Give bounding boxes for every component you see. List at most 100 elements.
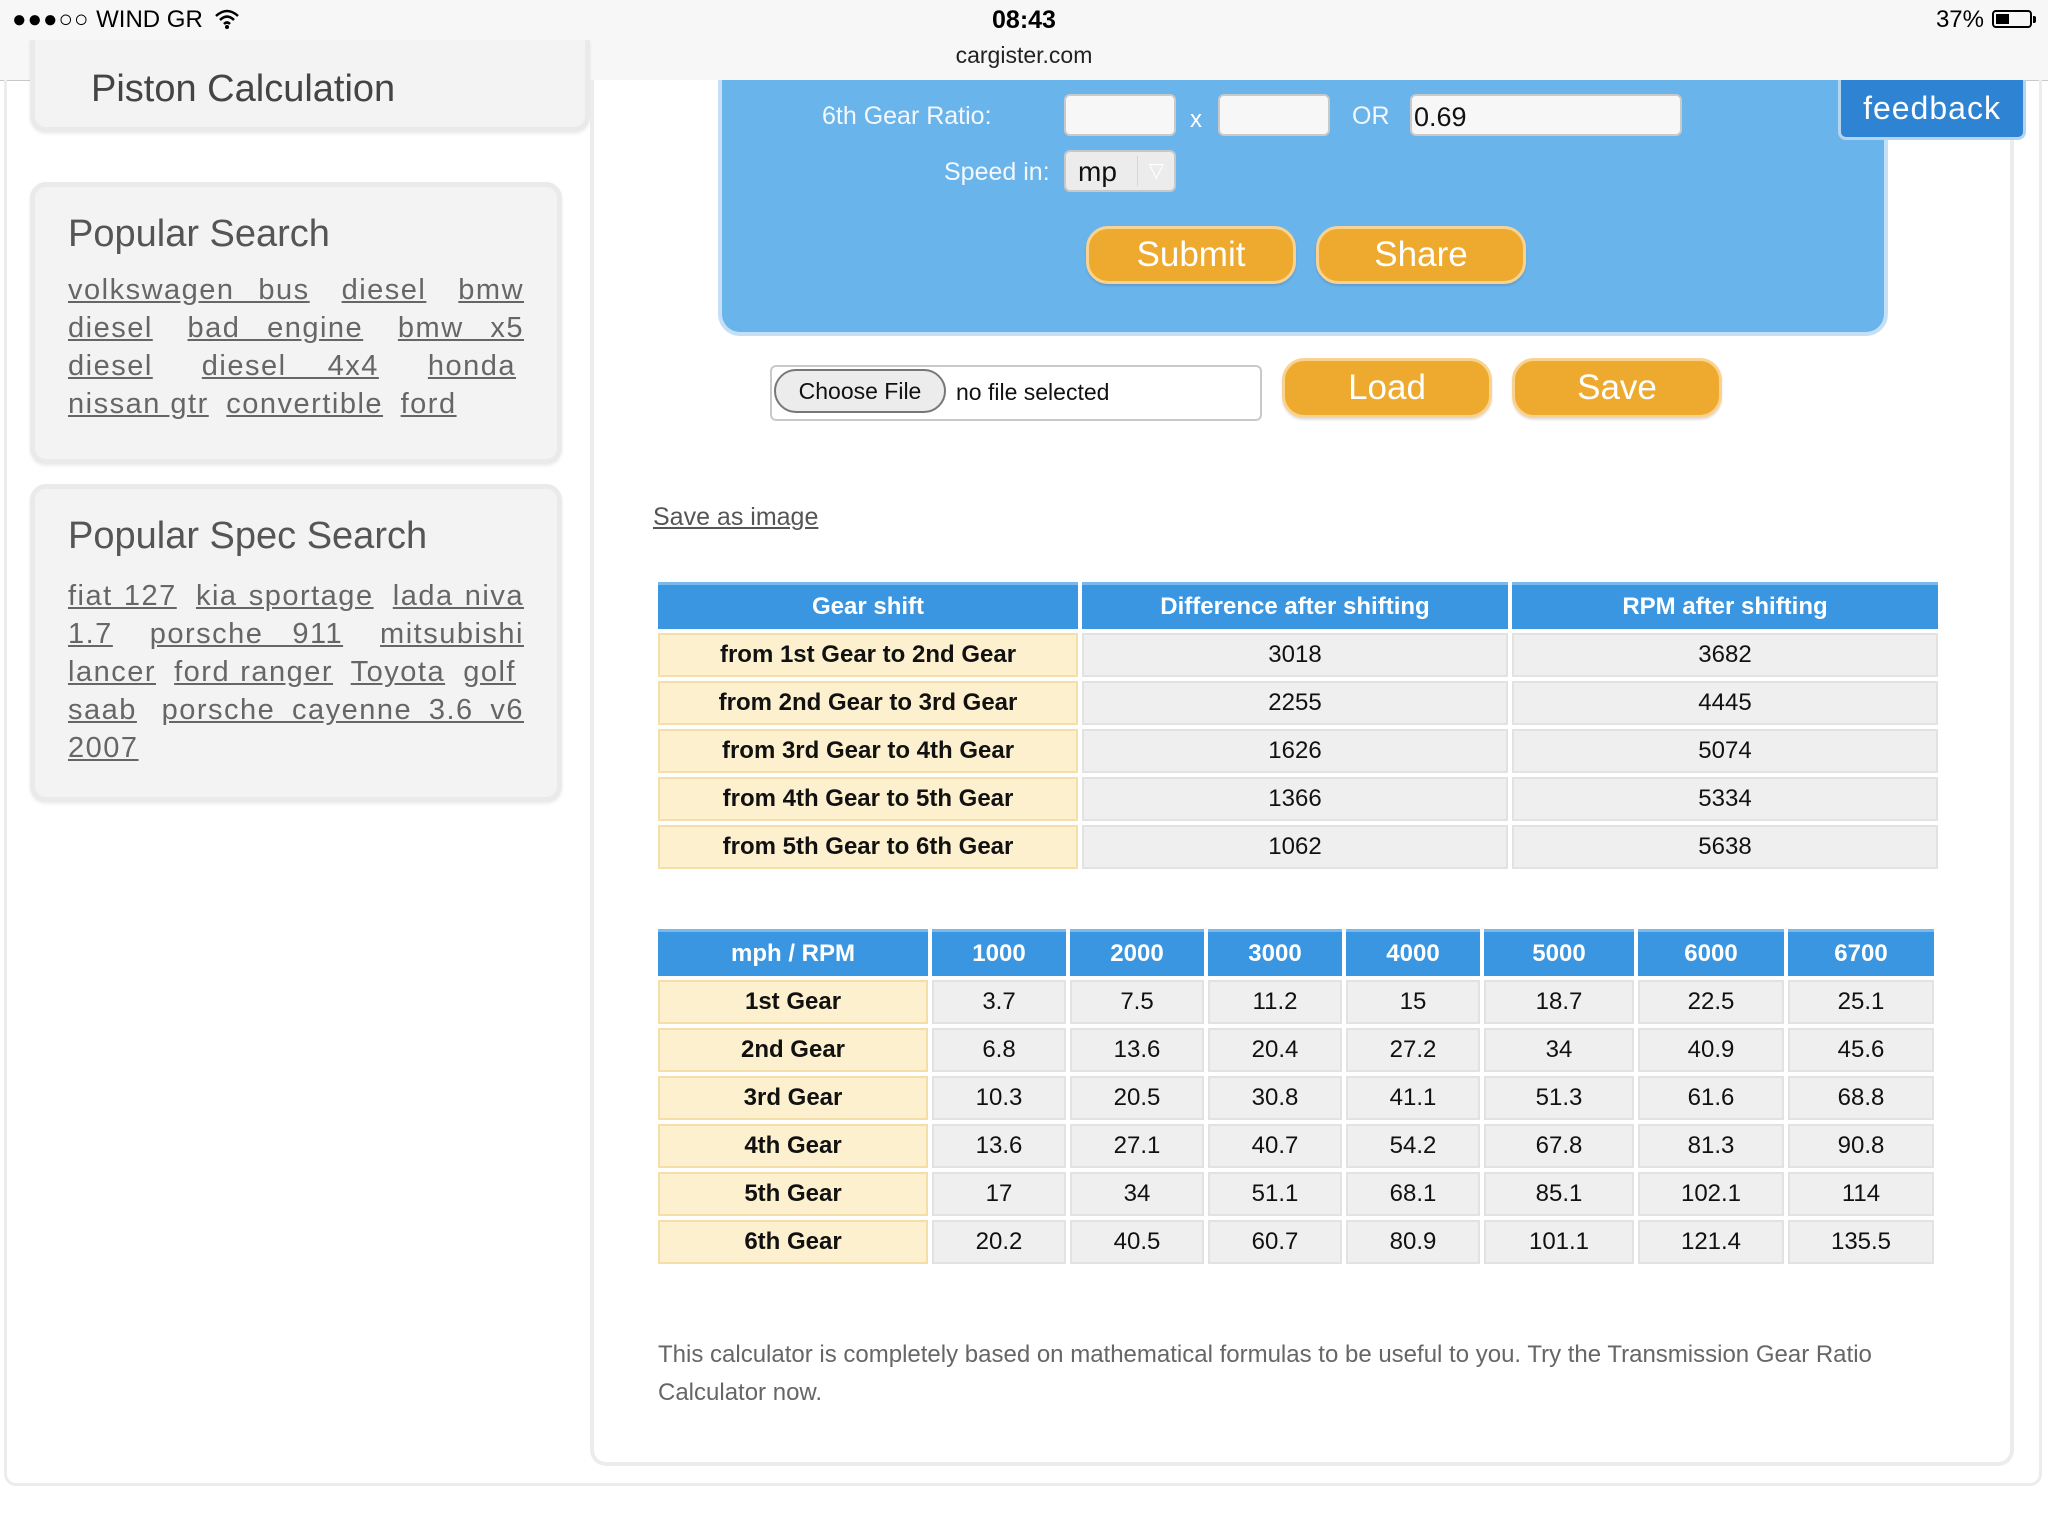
table-cell: 20.2 xyxy=(932,1220,1066,1264)
spec-search-link[interactable]: Toyota xyxy=(351,656,445,688)
table-cell: 102.1 xyxy=(1638,1172,1784,1216)
table-cell: 51.3 xyxy=(1484,1076,1634,1120)
search-link[interactable]: bad engine xyxy=(188,312,364,344)
row-header: from 3rd Gear to 4th Gear xyxy=(658,729,1078,773)
table-row: 2nd Gear 6.8 13.6 20.4 27.2 34 40.9 45.6 xyxy=(658,1028,1934,1072)
file-status: no file selected xyxy=(956,379,1110,405)
row-header: 6th Gear xyxy=(658,1220,928,1264)
speed-unit-value: mp xyxy=(1078,156,1117,187)
table-cell: 11.2 xyxy=(1208,980,1342,1024)
table-cell: 67.8 xyxy=(1484,1124,1634,1168)
table-cell: 30.8 xyxy=(1208,1076,1342,1120)
search-link[interactable]: ford xyxy=(401,388,457,420)
table-row: from 5th Gear to 6th Gear 1062 5638 xyxy=(658,825,1938,869)
table-cell: 3682 xyxy=(1512,633,1938,677)
column-header: RPM after shifting xyxy=(1512,582,1938,629)
table-cell: 3018 xyxy=(1082,633,1508,677)
table-row: from 4th Gear to 5th Gear 1366 5334 xyxy=(658,777,1938,821)
sixth-gear-input-1[interactable] xyxy=(1064,94,1176,136)
feedback-tab[interactable]: feedback xyxy=(1838,80,2026,140)
table-cell: 15 xyxy=(1346,980,1480,1024)
spec-search-link[interactable]: fiat 127 xyxy=(68,580,177,612)
speed-unit-select[interactable]: mp ▽ xyxy=(1064,150,1176,192)
table-cell: 3.7 xyxy=(932,980,1066,1024)
search-link[interactable]: honda xyxy=(428,350,516,382)
row-header: from 2nd Gear to 3rd Gear xyxy=(658,681,1078,725)
table-cell: 81.3 xyxy=(1638,1124,1784,1168)
share-button[interactable]: Share xyxy=(1316,226,1526,284)
row-header: 5th Gear xyxy=(658,1172,928,1216)
load-button[interactable]: Load xyxy=(1282,358,1492,418)
file-input[interactable]: Choose File no file selected xyxy=(770,365,1262,421)
table-row: 1st Gear 3.7 7.5 11.2 15 18.7 22.5 25.1 xyxy=(658,980,1934,1024)
table-cell: 101.1 xyxy=(1484,1220,1634,1264)
chevron-down-icon: ▽ xyxy=(1148,160,1164,182)
battery-icon xyxy=(1992,10,2036,28)
column-header: Difference after shifting xyxy=(1082,582,1508,629)
table-row: from 2nd Gear to 3rd Gear 2255 4445 xyxy=(658,681,1938,725)
spec-search-link[interactable]: ford ranger xyxy=(174,656,333,688)
table-cell: 7.5 xyxy=(1070,980,1204,1024)
table-cell: 10.3 xyxy=(932,1076,1066,1120)
column-header: 6700 xyxy=(1788,929,1934,976)
column-header: 6000 xyxy=(1638,929,1784,976)
or-label: OR xyxy=(1352,102,1390,130)
table-cell: 40.7 xyxy=(1208,1124,1342,1168)
table-cell: 20.5 xyxy=(1070,1076,1204,1120)
piston-calculation-box: Piston Calculation xyxy=(30,40,590,132)
sixth-gear-label: 6th Gear Ratio: xyxy=(822,102,992,130)
spec-search-link[interactable]: porsche 911 xyxy=(150,618,343,650)
table-row: 3rd Gear 10.3 20.5 30.8 41.1 51.3 61.6 6… xyxy=(658,1076,1934,1120)
spec-search-link[interactable]: saab xyxy=(68,694,137,726)
table-cell: 45.6 xyxy=(1788,1028,1934,1072)
table-row: 4th Gear 13.6 27.1 40.7 54.2 67.8 81.3 9… xyxy=(658,1124,1934,1168)
table-cell: 68.1 xyxy=(1346,1172,1480,1216)
clock: 08:43 xyxy=(992,6,1056,34)
table-cell: 25.1 xyxy=(1788,980,1934,1024)
column-header: 5000 xyxy=(1484,929,1634,976)
battery-percent: 37% xyxy=(1935,6,1984,33)
row-header: from 4th Gear to 5th Gear xyxy=(658,777,1078,821)
submit-button[interactable]: Submit xyxy=(1086,226,1296,284)
table-cell: 2255 xyxy=(1082,681,1508,725)
search-link[interactable]: volkswagen bus xyxy=(68,274,310,306)
sixth-gear-input-2[interactable] xyxy=(1218,94,1330,136)
table-cell: 40.5 xyxy=(1070,1220,1204,1264)
times-sign: x xyxy=(1190,106,1202,133)
table-cell: 40.9 xyxy=(1638,1028,1784,1072)
search-link[interactable]: diesel xyxy=(342,274,427,306)
table-cell: 1366 xyxy=(1082,777,1508,821)
save-as-image-link[interactable]: Save as image xyxy=(653,503,818,532)
table-cell: 5074 xyxy=(1512,729,1938,773)
table-cell: 27.1 xyxy=(1070,1124,1204,1168)
table-cell: 1626 xyxy=(1082,729,1508,773)
row-header: 3rd Gear xyxy=(658,1076,928,1120)
table-cell: 41.1 xyxy=(1346,1076,1480,1120)
table-row: 5th Gear 17 34 51.1 68.1 85.1 102.1 114 xyxy=(658,1172,1934,1216)
search-link[interactable]: diesel 4x4 xyxy=(202,350,379,382)
piston-calculation-link[interactable]: Piston Calculation xyxy=(91,68,395,111)
row-header: 2nd Gear xyxy=(658,1028,928,1072)
search-link[interactable]: nissan gtr xyxy=(68,388,209,420)
calculator-form: 6th Gear Ratio: x OR Speed in: mp ▽ Subm… xyxy=(718,80,1888,336)
save-button[interactable]: Save xyxy=(1512,358,1722,418)
table-cell: 68.8 xyxy=(1788,1076,1934,1120)
search-link[interactable]: convertible xyxy=(226,388,383,420)
popular-search-links: volkswagen bus diesel bmw diesel bad eng… xyxy=(68,271,524,423)
spec-search-link[interactable]: golf xyxy=(463,656,516,688)
table-header-row: mph / RPM 1000 2000 3000 4000 5000 6000 … xyxy=(658,929,1934,976)
table-cell: 4445 xyxy=(1512,681,1938,725)
table-cell: 90.8 xyxy=(1788,1124,1934,1168)
choose-file-button[interactable]: Choose File xyxy=(774,369,946,413)
popular-spec-search-links: fiat 127 kia sportage lada niva 1.7 pors… xyxy=(68,577,524,767)
table-row: 6th Gear 20.2 40.5 60.7 80.9 101.1 121.4… xyxy=(658,1220,1934,1264)
table-cell: 18.7 xyxy=(1484,980,1634,1024)
column-header: 1000 xyxy=(932,929,1066,976)
sixth-gear-ratio-input[interactable] xyxy=(1410,94,1682,136)
row-header: from 5th Gear to 6th Gear xyxy=(658,825,1078,869)
column-header: 3000 xyxy=(1208,929,1342,976)
table-cell: 34 xyxy=(1070,1172,1204,1216)
table-cell: 20.4 xyxy=(1208,1028,1342,1072)
spec-search-link[interactable]: kia sportage xyxy=(196,580,374,612)
table-cell: 17 xyxy=(932,1172,1066,1216)
